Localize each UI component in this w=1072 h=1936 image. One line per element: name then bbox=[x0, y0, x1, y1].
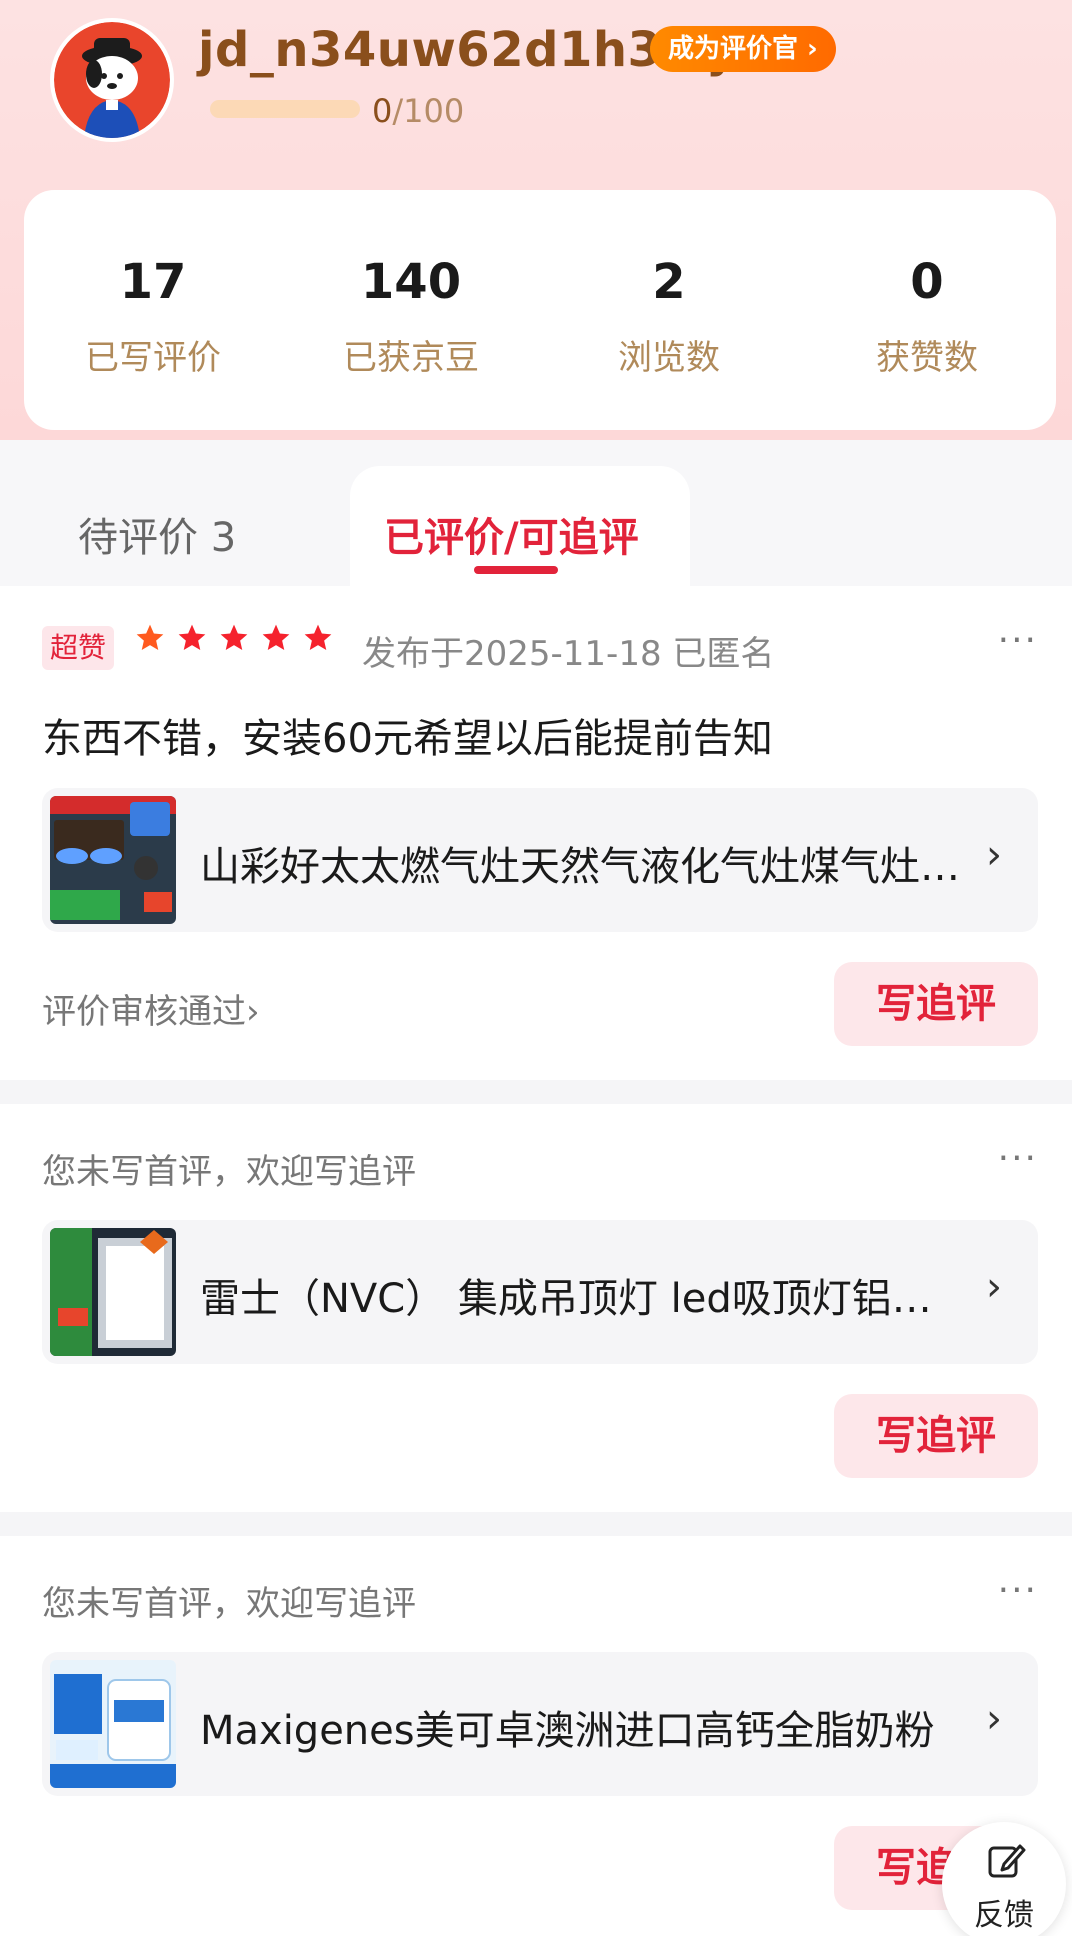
stat-likes[interactable]: 0 获赞数 bbox=[798, 190, 1056, 430]
avatar[interactable] bbox=[50, 18, 174, 142]
stat-label: 已获京豆 bbox=[343, 338, 479, 378]
tab-pending-review[interactable]: 待评价 3 bbox=[78, 505, 236, 563]
write-follow-up-button[interactable]: 写追评 bbox=[834, 962, 1038, 1046]
progress-total: /100 bbox=[392, 92, 465, 130]
review-card: 超赞 发布于2025-11-18 已匿名 ··· 东西不错，安装60元希望以后能… bbox=[0, 586, 1072, 1080]
product-thumbnail bbox=[50, 796, 176, 924]
more-options-icon[interactable]: ··· bbox=[998, 1138, 1038, 1179]
become-reviewer-button[interactable]: 成为评价官 › bbox=[650, 26, 836, 72]
stat-label: 浏览数 bbox=[618, 338, 720, 378]
stats-card: 17 已写评价 140 已获京豆 2 浏览数 0 获赞数 bbox=[24, 190, 1056, 430]
review-text: 东西不错，安装60元希望以后能提前告知 bbox=[42, 716, 773, 762]
review-prompt: 您未写首评，欢迎写追评 bbox=[42, 1584, 416, 1624]
rating-tag: 超赞 bbox=[42, 626, 115, 670]
progress-current: 0 bbox=[372, 92, 393, 130]
level-progress-bar bbox=[210, 100, 360, 118]
product-title: 山彩好太太燃气灶天然气液化气灶煤气灶双灶家用台式嵌入式猛火灶 bbox=[200, 844, 960, 890]
stat-value: 0 bbox=[910, 254, 944, 310]
more-options-icon[interactable]: ··· bbox=[998, 620, 1038, 661]
feedback-button[interactable]: 反馈 bbox=[942, 1822, 1066, 1936]
star-icon bbox=[220, 624, 248, 650]
product-item[interactable]: 山彩好太太燃气灶天然气液化气灶煤气灶双灶家用台式嵌入式猛火灶 › bbox=[42, 788, 1038, 932]
star-icon bbox=[262, 624, 290, 650]
stat-views[interactable]: 2 浏览数 bbox=[540, 190, 798, 430]
star-icon bbox=[136, 624, 164, 650]
star-icon bbox=[178, 624, 206, 650]
more-options-icon[interactable]: ··· bbox=[998, 1570, 1038, 1611]
tab-reviewed[interactable]: 已评价/可追评 bbox=[384, 505, 639, 563]
write-follow-up-button[interactable]: 写追评 bbox=[834, 1394, 1038, 1478]
level-progress-text: 0/100 bbox=[372, 92, 464, 130]
stat-value: 17 bbox=[119, 254, 187, 310]
product-title: Maxigenes美可卓澳洲进口高钙全脂奶粉 bbox=[200, 1708, 935, 1754]
product-thumbnail bbox=[50, 1660, 176, 1788]
stat-label: 获赞数 bbox=[876, 338, 978, 378]
stat-label: 已写评价 bbox=[85, 338, 221, 378]
stat-value: 140 bbox=[360, 254, 462, 310]
star-rating bbox=[134, 622, 334, 654]
chevron-right-icon: › bbox=[986, 1264, 1002, 1310]
chevron-right-icon: › bbox=[986, 1696, 1002, 1742]
review-card: 您未写首评，欢迎写追评 ··· Maxigenes美可卓澳洲进口高钙全脂奶粉 ›… bbox=[0, 1536, 1072, 1936]
review-status-link[interactable]: 评价审核通过› bbox=[42, 984, 260, 1033]
mascot-icon bbox=[82, 38, 142, 138]
tab-active-indicator bbox=[474, 566, 558, 574]
review-prompt: 您未写首评，欢迎写追评 bbox=[42, 1152, 416, 1192]
edit-icon bbox=[988, 1844, 1026, 1878]
feedback-label: 反馈 bbox=[974, 1898, 1034, 1933]
chevron-right-icon: › bbox=[986, 832, 1002, 878]
product-thumbnail bbox=[50, 1228, 176, 1356]
stat-value: 2 bbox=[652, 254, 686, 310]
product-item[interactable]: Maxigenes美可卓澳洲进口高钙全脂奶粉 › bbox=[42, 1652, 1038, 1796]
star-icon bbox=[304, 624, 332, 650]
review-card: 您未写首评，欢迎写追评 ··· 雷士（NVC） 集成吊顶灯 led吸顶灯铝扣板平… bbox=[0, 1104, 1072, 1512]
product-item[interactable]: 雷士（NVC） 集成吊顶灯 led吸顶灯铝扣板平板灯 › bbox=[42, 1220, 1038, 1364]
stat-jingdou-earned[interactable]: 140 已获京豆 bbox=[282, 190, 540, 430]
stat-reviews-written[interactable]: 17 已写评价 bbox=[24, 190, 282, 430]
review-meta: 发布于2025-11-18 已匿名 bbox=[362, 634, 775, 674]
product-title: 雷士（NVC） 集成吊顶灯 led吸顶灯铝扣板平板灯 bbox=[200, 1276, 960, 1322]
